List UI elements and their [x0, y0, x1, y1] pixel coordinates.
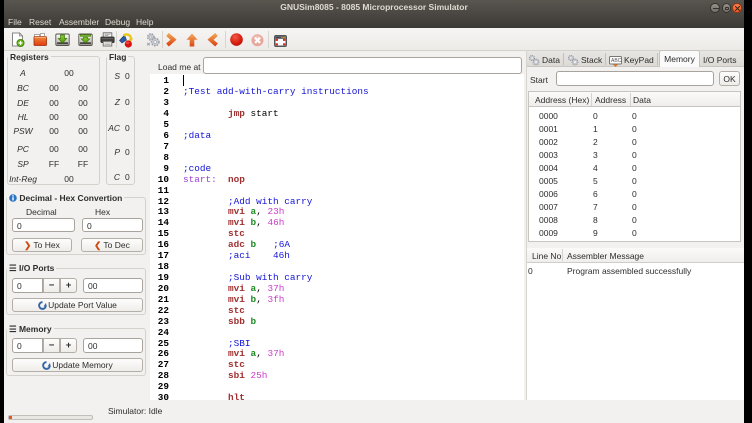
svg-text:ABC: ABC: [611, 58, 622, 64]
